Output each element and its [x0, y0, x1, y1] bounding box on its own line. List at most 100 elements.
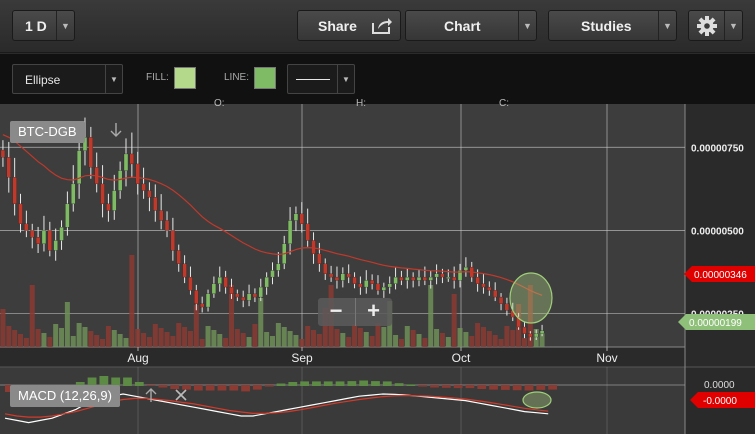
volume-bar: [111, 330, 117, 347]
volume-bar: [451, 294, 457, 347]
volume-bar: [199, 339, 205, 347]
ohlc-letter: O:: [214, 98, 225, 109]
candle-body: [317, 253, 322, 264]
arrow-up-icon[interactable]: [143, 386, 159, 409]
candle-body: [252, 293, 258, 298]
volume-bar: [129, 255, 135, 347]
candle-body: [539, 330, 545, 334]
zoom-out-button[interactable]: −: [318, 298, 354, 326]
zoom-in-button[interactable]: +: [355, 298, 391, 326]
candle-body: [375, 283, 381, 291]
volume-bar: [146, 337, 152, 347]
zoom-controls: − +: [318, 298, 392, 326]
candle-body: [141, 183, 146, 191]
close-icon[interactable]: [174, 388, 188, 407]
volume-bar: [381, 327, 387, 347]
volume-bar: [170, 336, 176, 347]
macd-histogram-bar: [205, 385, 215, 391]
ellipse-annotation[interactable]: [509, 272, 553, 324]
volume-bar: [299, 339, 305, 347]
volume-bar: [486, 331, 492, 347]
macd-histogram-bar: [394, 383, 404, 386]
macd-histogram-bar: [229, 385, 239, 391]
candle-body: [235, 293, 240, 298]
volume-bar: [117, 334, 123, 347]
arrow-down-icon[interactable]: [108, 121, 124, 144]
candle-body: [194, 290, 199, 304]
x-tick-label: Nov: [596, 351, 617, 365]
macd-histogram-bar: [347, 381, 357, 386]
volume-bar: [316, 334, 322, 347]
candle-body: [276, 263, 281, 271]
x-tick-label: Oct: [452, 351, 471, 365]
candle-body: [340, 273, 345, 281]
macd-histogram-bar: [512, 385, 522, 391]
volume-bar: [363, 332, 369, 347]
candle-body: [6, 157, 11, 178]
symbol-label[interactable]: BTC-DGB: [10, 121, 85, 143]
volume-bar: [53, 324, 59, 347]
macd-histogram-bar: [536, 385, 546, 390]
volume-bar: [275, 323, 281, 347]
candle-body: [504, 303, 510, 311]
candle-body: [393, 276, 398, 284]
volume-bar: [463, 332, 469, 347]
candle-body: [106, 203, 111, 211]
volume-bar: [70, 336, 76, 347]
candle-body: [59, 227, 64, 241]
macd-histogram-bar: [548, 385, 557, 390]
volume-bar: [252, 324, 258, 347]
macd-histogram-bar: [477, 385, 487, 389]
svg-text:-0.0000: -0.0000: [703, 396, 737, 407]
candle-body: [188, 276, 193, 291]
price-chart[interactable]: 0.000007500.000005000.00000250 AugSepOct…: [0, 0, 755, 434]
candle-body: [334, 276, 340, 281]
svg-text:0.00000199: 0.00000199: [689, 318, 742, 329]
macd-histogram-bar: [252, 385, 262, 390]
candle-body: [223, 276, 228, 288]
volume-bar: [398, 339, 404, 347]
volume-bar: [434, 329, 440, 347]
candle-body: [452, 276, 457, 281]
x-tick-label: Aug: [127, 351, 148, 365]
volume-bar: [393, 335, 399, 347]
macd-histogram-bar: [489, 385, 498, 390]
volume-bar: [445, 337, 451, 347]
candle-body: [534, 333, 539, 338]
ohlc-letter: C:: [499, 98, 509, 109]
volume-bar: [29, 285, 35, 347]
volume-bar: [357, 328, 363, 347]
candle-body: [129, 153, 135, 165]
volume-bar: [217, 334, 223, 347]
volume-bar: [234, 329, 240, 347]
volume-bar: [287, 331, 293, 347]
candle-body: [112, 190, 117, 211]
candle-body: [422, 276, 428, 281]
candle-body: [159, 210, 164, 221]
candle-body: [164, 220, 170, 231]
candle-body: [123, 153, 129, 171]
volume-bar: [158, 328, 164, 347]
last-price-badge: 0.00000199: [678, 314, 755, 330]
macd-histogram-bar: [312, 381, 321, 386]
candle-body: [399, 276, 404, 281]
candle-body: [463, 266, 469, 271]
volume-bar: [346, 337, 352, 347]
candle-body: [176, 250, 181, 264]
candle-body: [47, 230, 52, 251]
candle-body: [493, 290, 498, 298]
volume-bar: [457, 328, 463, 347]
chart-app: 1 D ▼ Share Chart ▼ Studies ▼ ▼ Ellipse …: [0, 0, 755, 434]
macd-label[interactable]: MACD (12,26,9): [10, 385, 120, 407]
candle-body: [358, 283, 363, 288]
volume-bar: [492, 335, 498, 347]
candle-body: [475, 276, 480, 284]
macd-ellipse-annotation[interactable]: [522, 391, 552, 409]
volume-bar: [6, 326, 12, 347]
candle-body: [264, 276, 269, 288]
candle-body: [434, 273, 439, 278]
volume-bar: [270, 336, 275, 347]
volume-bar: [123, 338, 129, 347]
volume-bar: [47, 337, 53, 347]
ma-price-badge: 0.00000346: [684, 266, 755, 282]
